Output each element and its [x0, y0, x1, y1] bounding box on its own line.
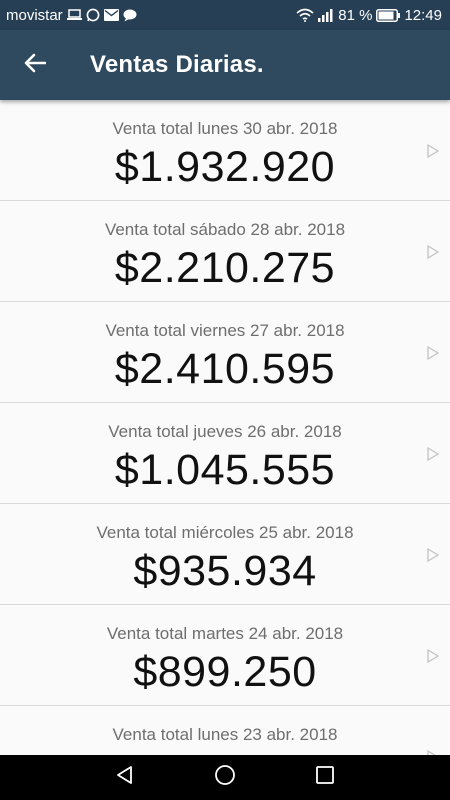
- sale-amount: $1.045.555: [114, 446, 336, 494]
- mail-icon: [103, 9, 119, 21]
- sale-amount: $2.210.275: [114, 244, 336, 292]
- whatsapp-icon: [86, 8, 100, 22]
- play-arrow-icon: [426, 446, 440, 462]
- battery-percent: 81 %: [338, 6, 373, 24]
- sale-amount: $1.932.920: [114, 143, 336, 191]
- arrow-left-icon: [24, 53, 47, 78]
- carrier-name: movistar: [6, 6, 63, 24]
- sale-amount: $2.410.595: [114, 345, 336, 393]
- sale-label: Venta total lunes 30 abr. 2018: [112, 119, 338, 138]
- sale-row-2018-04-28[interactable]: Venta total sábado 28 abr. 2018 $2.210.2…: [0, 201, 450, 302]
- chat-icon: [123, 9, 137, 22]
- recents-square-icon: [315, 765, 335, 790]
- back-triangle-icon: [115, 765, 135, 790]
- sale-row-2018-04-27[interactable]: Venta total viernes 27 abr. 2018 $2.410.…: [0, 302, 450, 403]
- sale-amount: $899.250: [133, 648, 317, 696]
- status-right: 81 % 12:49: [296, 7, 442, 24]
- sales-list: Venta total lunes 30 abr. 2018 $1.932.92…: [0, 100, 450, 755]
- wifi-icon: [296, 8, 314, 22]
- play-arrow-icon: [426, 244, 440, 260]
- sale-label: Venta total jueves 26 abr. 2018: [108, 422, 342, 441]
- page-title: Ventas Diarias.: [90, 51, 264, 78]
- play-arrow-icon: [426, 345, 440, 361]
- sale-row-2018-04-25[interactable]: Venta total miércoles 25 abr. 2018 $935.…: [0, 504, 450, 605]
- clock: 12:49: [404, 6, 442, 24]
- nav-back-button[interactable]: [105, 758, 145, 798]
- signal-icon: [318, 8, 334, 22]
- status-bar: movistar 81 % 12:49: [0, 0, 450, 30]
- sale-row-2018-04-26[interactable]: Venta total jueves 26 abr. 2018 $1.045.5…: [0, 403, 450, 504]
- back-button[interactable]: [0, 30, 70, 100]
- sale-row-2018-04-23[interactable]: Venta total lunes 23 abr. 2018: [0, 706, 450, 755]
- sale-label: Venta total lunes 23 abr. 2018: [112, 725, 338, 744]
- nav-recents-button[interactable]: [305, 758, 345, 798]
- play-arrow-icon: [426, 143, 440, 159]
- app-bar: Ventas Diarias.: [0, 30, 450, 100]
- sale-label: Venta total sábado 28 abr. 2018: [104, 220, 346, 239]
- laptop-icon: [66, 9, 82, 21]
- sale-row-2018-04-24[interactable]: Venta total martes 24 abr. 2018 $899.250: [0, 605, 450, 706]
- system-nav-bar: [0, 755, 450, 800]
- sale-label: Venta total viernes 27 abr. 2018: [105, 321, 345, 340]
- status-left: movistar: [6, 7, 137, 24]
- nav-home-button[interactable]: [205, 758, 245, 798]
- sale-row-2018-04-30[interactable]: Venta total lunes 30 abr. 2018 $1.932.92…: [0, 100, 450, 201]
- play-arrow-icon: [426, 648, 440, 664]
- play-arrow-icon: [426, 547, 440, 563]
- sale-label: Venta total martes 24 abr. 2018: [106, 624, 344, 643]
- battery-icon: [376, 8, 401, 22]
- sale-amount: $935.934: [133, 547, 317, 595]
- sale-label: Venta total miércoles 25 abr. 2018: [96, 523, 354, 542]
- home-circle-icon: [214, 764, 236, 791]
